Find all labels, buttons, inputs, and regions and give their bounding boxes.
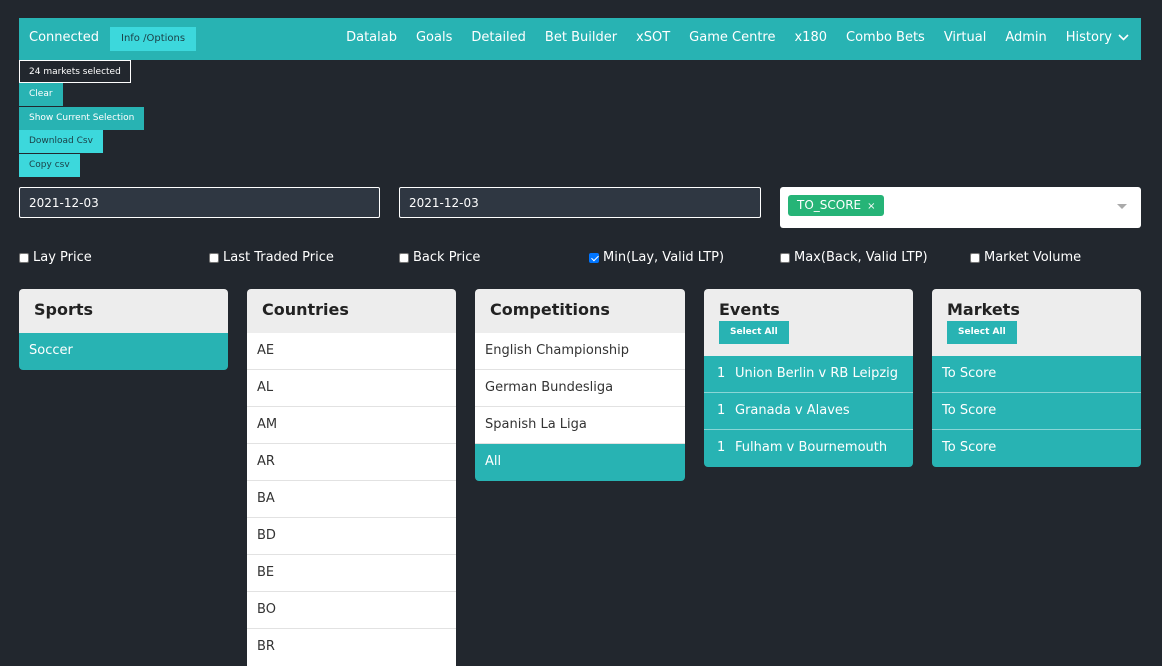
clear-button[interactable]: Clear <box>19 83 63 106</box>
competition-item[interactable]: Spanish La Liga <box>475 407 685 444</box>
event-name: Union Berlin v RB Leipzig <box>735 366 899 381</box>
copy-csv-button[interactable]: Copy csv <box>19 154 80 177</box>
checkbox-label: Lay Price <box>33 250 92 265</box>
checkbox-label: Back Price <box>413 250 481 265</box>
competition-item[interactable]: English Championship <box>475 333 685 370</box>
markets-panel: Markets Select All To Score To Score To … <box>932 289 1141 467</box>
checkbox-box[interactable] <box>399 252 409 263</box>
country-item[interactable]: AR <box>247 444 456 481</box>
country-item[interactable]: BD <box>247 518 456 555</box>
markets-selected-badge: 24 markets selected <box>19 60 131 83</box>
sports-panel: Sports Soccer <box>19 289 228 370</box>
event-count: 1 <box>717 366 726 381</box>
history-label: History <box>1065 30 1112 45</box>
checkbox-last-traded-price[interactable]: Last Traded Price <box>209 250 334 265</box>
checkbox-box[interactable] <box>780 252 790 263</box>
country-item[interactable]: AL <box>247 370 456 407</box>
checkbox-max-back-ltp[interactable]: Max(Back, Valid LTP) <box>780 250 928 265</box>
show-current-selection-button[interactable]: Show Current Selection <box>19 107 145 130</box>
competition-item[interactable]: German Bundesliga <box>475 370 685 407</box>
panel-title: Sports <box>19 289 228 333</box>
download-csv-button[interactable]: Download Csv <box>19 130 103 153</box>
chip-label: TO_SCORE <box>797 198 862 212</box>
panel-title: Countries <box>247 289 456 333</box>
country-item[interactable]: BE <box>247 555 456 592</box>
checkbox-back-price[interactable]: Back Price <box>399 250 480 265</box>
nav-link-history[interactable]: History <box>1066 30 1129 45</box>
country-item[interactable]: AE <box>247 333 456 370</box>
panel-title: Markets <box>947 300 1020 319</box>
country-item[interactable]: BA <box>247 481 456 518</box>
checkbox-box-checked[interactable] <box>589 252 599 263</box>
event-name: Granada v Alaves <box>735 403 850 418</box>
top-navbar: Connected Info /Options Datalab Goals De… <box>19 18 1141 60</box>
nav-link-combo-bets[interactable]: Combo Bets <box>846 30 925 45</box>
nav-links: Datalab Goals Detailed Bet Builder xSOT … <box>327 30 1129 45</box>
market-item[interactable]: To Score <box>932 393 1141 430</box>
dropdown-arrow-icon[interactable] <box>1117 204 1127 209</box>
nav-link-admin[interactable]: Admin <box>1005 30 1046 45</box>
nav-link-datalab[interactable]: Datalab <box>346 30 397 45</box>
panel-title: Events <box>719 300 780 319</box>
nav-link-detailed[interactable]: Detailed <box>471 30 526 45</box>
event-count: 1 <box>717 440 726 455</box>
nav-link-virtual[interactable]: Virtual <box>944 30 986 45</box>
markets-header: Markets Select All <box>932 289 1141 356</box>
checkbox-label: Last Traded Price <box>223 250 334 265</box>
events-header: Events Select All <box>704 289 913 356</box>
nav-link-bet-builder[interactable]: Bet Builder <box>545 30 617 45</box>
event-count: 1 <box>717 403 726 418</box>
countries-panel: Countries AE AL AM AR BA BD BE BO BR <box>247 289 456 666</box>
panel-title: Competitions <box>475 289 685 333</box>
events-select-all-button[interactable]: Select All <box>719 321 789 344</box>
country-item[interactable]: BO <box>247 592 456 629</box>
market-type-chip: TO_SCORE × <box>788 195 884 216</box>
country-item[interactable]: BR <box>247 629 456 666</box>
sport-item[interactable]: Soccer <box>19 333 228 370</box>
checkbox-min-lay-ltp[interactable]: Min(Lay, Valid LTP) <box>589 250 724 265</box>
info-options-button[interactable]: Info /Options <box>110 27 197 51</box>
country-item[interactable]: AM <box>247 407 456 444</box>
date-from-input[interactable] <box>19 187 380 218</box>
chip-remove-icon[interactable]: × <box>867 201 875 212</box>
checkbox-label: Max(Back, Valid LTP) <box>794 250 928 265</box>
nav-link-xsot[interactable]: xSOT <box>636 30 670 45</box>
connection-status: Connected <box>29 30 100 45</box>
competitions-panel: Competitions English Championship German… <box>475 289 685 481</box>
checkbox-box[interactable] <box>209 252 219 263</box>
checkbox-label: Market Volume <box>984 250 1082 265</box>
event-item[interactable]: 1 Granada v Alaves <box>704 393 913 430</box>
event-item[interactable]: 1 Union Berlin v RB Leipzig <box>704 356 913 393</box>
events-panel: Events Select All 1 Union Berlin v RB Lei… <box>704 289 913 467</box>
market-type-select[interactable]: TO_SCORE × <box>780 187 1141 228</box>
checkbox-box[interactable] <box>19 252 29 263</box>
event-item[interactable]: 1 Fulham v Bournemouth <box>704 430 913 467</box>
market-item[interactable]: To Score <box>932 356 1141 393</box>
nav-link-x180[interactable]: x180 <box>794 30 827 45</box>
checkbox-box[interactable] <box>970 252 980 263</box>
checkbox-label: Min(Lay, Valid LTP) <box>603 250 725 265</box>
checkbox-market-volume[interactable]: Market Volume <box>970 250 1081 265</box>
markets-select-all-button[interactable]: Select All <box>947 321 1017 344</box>
checkbox-lay-price[interactable]: Lay Price <box>19 250 92 265</box>
nav-link-goals[interactable]: Goals <box>416 30 452 45</box>
date-to-input[interactable] <box>399 187 761 218</box>
competition-item-all[interactable]: All <box>475 444 685 481</box>
nav-link-game-centre[interactable]: Game Centre <box>689 30 775 45</box>
chevron-down-icon <box>1118 30 1129 45</box>
market-item[interactable]: To Score <box>932 430 1141 467</box>
event-name: Fulham v Bournemouth <box>735 440 888 455</box>
